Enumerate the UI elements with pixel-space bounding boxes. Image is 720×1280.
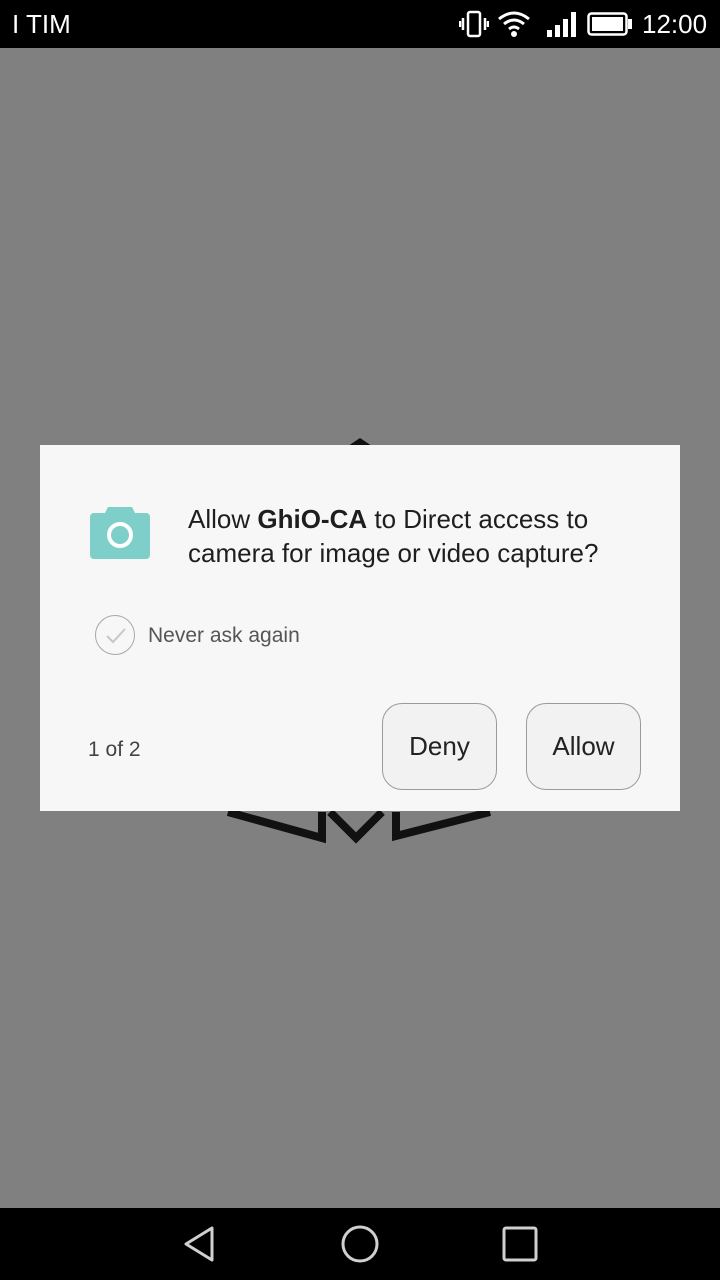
check-icon: [106, 628, 126, 644]
clock: 12:00: [642, 9, 708, 39]
carrier-label: I TIM: [12, 9, 71, 39]
home-icon[interactable]: [338, 1222, 382, 1266]
screen: I TIM 12:00 Allow GhiO-CA to Direct acce…: [0, 0, 720, 1280]
permission-message: Allow GhiO-CA to Direct access to camera…: [188, 502, 658, 570]
wifi-icon: [498, 11, 530, 37]
deny-button[interactable]: Deny: [382, 703, 497, 790]
status-bar: I TIM 12:00: [0, 0, 720, 48]
never-ask-label[interactable]: Never ask again: [148, 621, 300, 651]
message-prefix: Allow: [188, 504, 258, 534]
permission-counter: 1 of 2: [88, 738, 141, 761]
app-name: GhiO-CA: [257, 504, 368, 534]
camera-icon: [90, 507, 150, 559]
allow-button[interactable]: Allow: [526, 703, 641, 790]
signal-icon: [547, 12, 576, 37]
back-icon[interactable]: [178, 1222, 222, 1266]
permission-dialog: Allow GhiO-CA to Direct access to camera…: [40, 445, 680, 811]
recents-icon[interactable]: [498, 1222, 542, 1266]
battery-icon: [587, 12, 632, 36]
vibrate-icon: [459, 10, 489, 38]
navigation-bar: [0, 1208, 720, 1280]
never-ask-checkbox[interactable]: [95, 615, 135, 655]
